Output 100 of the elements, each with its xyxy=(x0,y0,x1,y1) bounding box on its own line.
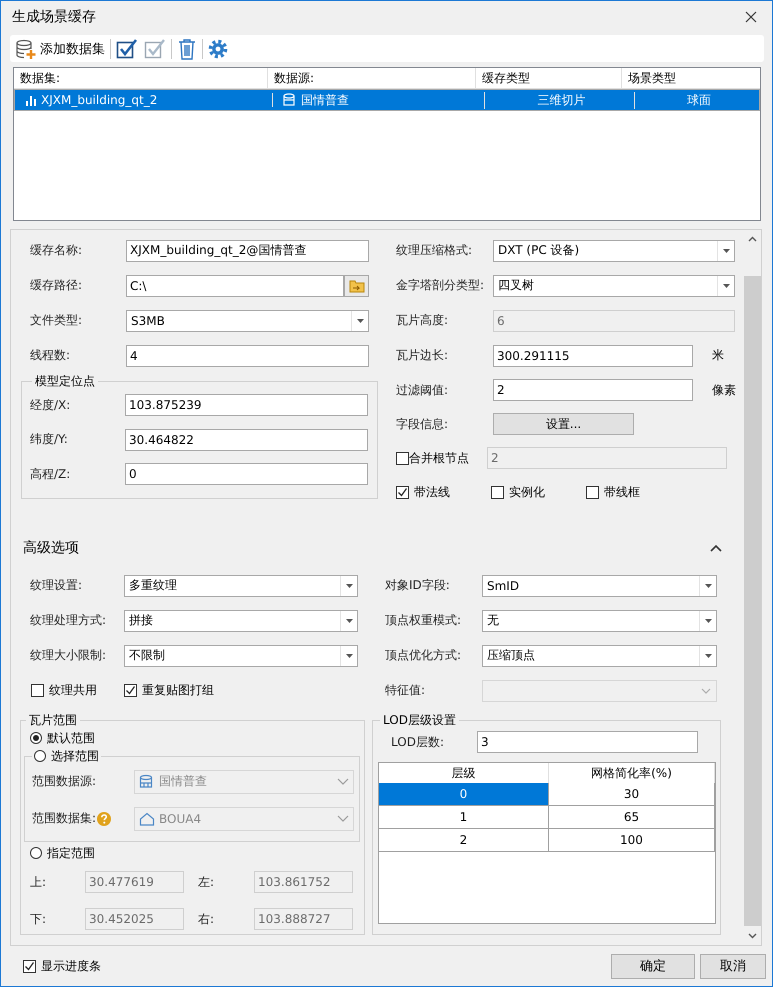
radio-button[interactable] xyxy=(30,732,42,744)
field-label: 顶点优化方式: xyxy=(385,647,462,664)
caret-down-icon xyxy=(356,318,364,322)
caret-down-icon xyxy=(346,584,352,588)
column-header: 缓存类型 xyxy=(482,70,530,86)
unit-label: 米 xyxy=(712,347,724,364)
text-field[interactable]: 4 xyxy=(126,344,369,366)
field-label: 瓦片边长: xyxy=(396,347,450,364)
settings-button[interactable]: 设置... xyxy=(493,413,634,435)
checkbox-label: 纹理共用 xyxy=(49,682,97,699)
chevron-icon[interactable] xyxy=(710,544,722,552)
field-label: 高程/Z: xyxy=(30,466,72,483)
field-label: 纹理大小限制: xyxy=(30,647,108,664)
checkbox[interactable] xyxy=(396,486,409,498)
dropdown[interactable]: 四叉树 xyxy=(493,274,735,296)
caret-down-icon xyxy=(704,584,712,588)
checkbox[interactable] xyxy=(23,960,36,972)
checkbox-label: 重复贴图打组 xyxy=(142,682,214,699)
field-label: 纹理设置: xyxy=(30,577,84,594)
field-label: 缓存名称: xyxy=(30,242,84,259)
text-field[interactable]: 30.464822 xyxy=(125,428,368,451)
dropdown[interactable]: S3MB xyxy=(126,310,369,332)
field-label: 文件类型: xyxy=(30,312,84,329)
field-label: 纬度/Y: xyxy=(30,431,69,448)
radio-button[interactable] xyxy=(34,750,46,762)
dropdown[interactable]: DXT (PC 设备) xyxy=(493,240,735,262)
field-label: 范围数据集: xyxy=(32,810,96,827)
field-label: 纹理处理方式: xyxy=(30,612,108,629)
trash-icon xyxy=(177,38,197,60)
field-label: 金字塔剖分类型: xyxy=(396,277,486,294)
text-field[interactable]: 3 xyxy=(477,731,698,753)
text-field[interactable]: 2 xyxy=(493,379,693,401)
column-header: 场景类型 xyxy=(628,70,676,86)
checkbox[interactable] xyxy=(586,486,599,498)
scroll-down-icon[interactable] xyxy=(748,933,757,939)
field-label: 缓存路径: xyxy=(30,277,84,294)
window-title: 生成场景缓存 xyxy=(12,8,96,26)
field-label: 纹理压缩格式: xyxy=(396,242,474,259)
checkbox-label: 实例化 xyxy=(509,484,545,500)
radio-label: 指定范围 xyxy=(47,844,95,862)
field-label: 下: xyxy=(30,910,48,928)
group-title: LOD层级设置 xyxy=(382,713,457,727)
chevron-down-icon xyxy=(337,778,349,785)
field-label: 上: xyxy=(30,874,48,890)
table-cell: 30 xyxy=(624,787,640,801)
scroll-up-icon[interactable] xyxy=(748,236,757,242)
unit-label: 像素 xyxy=(712,382,736,398)
chevron-down-icon xyxy=(701,688,711,694)
database-icon xyxy=(283,93,297,107)
dropdown[interactable]: SmID xyxy=(482,574,717,596)
caret-down-icon xyxy=(704,654,712,658)
bar-chart-icon xyxy=(25,94,37,106)
field-label: 特征值: xyxy=(385,682,426,699)
checkbox-label: 合并根节点 xyxy=(409,450,470,466)
add-dataset-button[interactable]: 添加数据集 xyxy=(12,36,108,62)
caret-down-icon xyxy=(704,618,712,622)
column-header: 网格简化率(%) xyxy=(591,764,672,782)
field-label: 线程数: xyxy=(30,347,72,364)
text-field[interactable]: 0 xyxy=(125,463,368,486)
table-cell: 三维切片 xyxy=(538,92,586,108)
dropdown[interactable]: 压缩顶点 xyxy=(482,644,717,666)
table-cell: 球面 xyxy=(687,92,711,108)
radio-button[interactable] xyxy=(30,847,42,859)
caret-down-icon xyxy=(346,618,352,622)
checkbox[interactable] xyxy=(491,486,504,498)
dialog-button[interactable]: 确定 xyxy=(611,954,695,978)
field-label: 字段信息: xyxy=(396,416,450,432)
table-cell: 1 xyxy=(460,810,468,824)
table-row[interactable]: XJXM_building_qt_2 国情普查 三维切片 球面 xyxy=(14,89,760,111)
column-header: 层级 xyxy=(451,764,476,782)
dialog-button[interactable]: 取消 xyxy=(700,954,766,978)
table-cell: 2 xyxy=(460,833,468,847)
chevron-down-icon xyxy=(337,815,349,822)
checkbox[interactable] xyxy=(124,684,137,697)
checked-box-icon xyxy=(144,38,166,60)
field-label: 经度/X: xyxy=(30,396,72,414)
dropdown[interactable]: 拼接 xyxy=(124,610,358,632)
browse-button[interactable] xyxy=(344,274,369,296)
column-header: 数据源: xyxy=(274,70,314,86)
dropdown[interactable]: 多重纹理 xyxy=(124,574,358,596)
caret-down-icon xyxy=(722,248,730,252)
text-field[interactable]: 103.875239 xyxy=(125,394,368,416)
dropdown[interactable]: 不限制 xyxy=(124,644,358,666)
caret-down-icon xyxy=(722,284,730,288)
table-row[interactable]: 2 100 xyxy=(379,829,715,852)
section-title: 高级选项 xyxy=(23,539,79,557)
field-label: 对象ID字段: xyxy=(385,577,451,594)
field-label: 左: xyxy=(198,874,216,890)
checked-box-icon xyxy=(116,38,138,60)
database-icon xyxy=(139,774,155,790)
text-field[interactable]: XJXM_building_qt_2@国情普查 xyxy=(126,240,369,262)
text-field[interactable]: 300.291115 xyxy=(493,344,693,366)
checkbox-label: 显示进度条 xyxy=(41,958,101,974)
table-cell: 100 xyxy=(620,833,643,847)
checkbox[interactable] xyxy=(31,684,44,697)
path-field[interactable]: C:\ xyxy=(126,274,344,296)
dropdown[interactable]: 无 xyxy=(482,610,717,632)
radio-label: 默认范围 xyxy=(47,730,95,746)
table-row[interactable]: 1 65 xyxy=(379,806,715,829)
folder-icon xyxy=(348,278,364,292)
